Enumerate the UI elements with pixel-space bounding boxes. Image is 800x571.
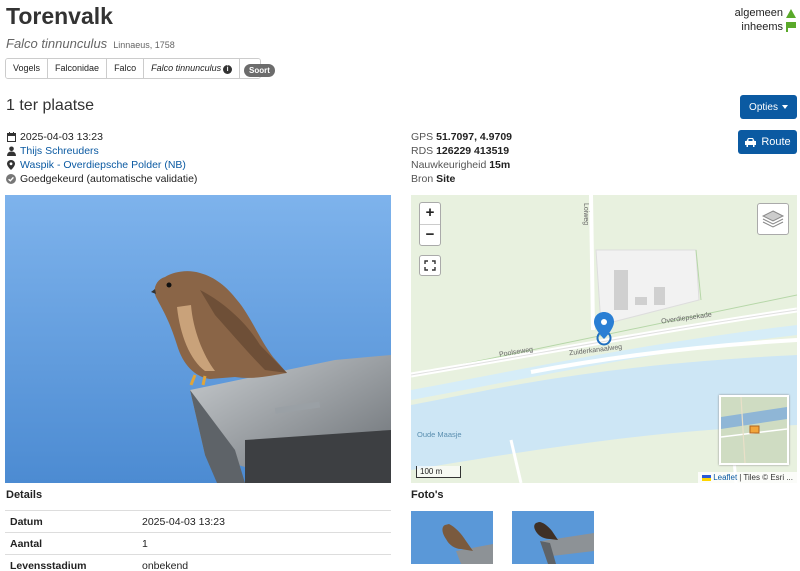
species-status: algemeen inheems bbox=[735, 6, 796, 34]
gps-label: GPS bbox=[411, 131, 434, 143]
gps-value: 51.7097, 4.9709 bbox=[436, 131, 513, 143]
fullscreen-icon bbox=[424, 260, 436, 271]
table-row: Levensstadium onbekend bbox=[5, 554, 391, 571]
status-inheems: inheems bbox=[735, 20, 796, 34]
taxonomy-item-falconidae[interactable]: Falconidae bbox=[48, 59, 108, 78]
kestrel-photo-image bbox=[5, 195, 391, 483]
thumbnail-image bbox=[411, 511, 493, 564]
table-row: Aantal 1 bbox=[5, 532, 391, 555]
taxonomy-item-species[interactable]: Falco tinnunculus i bbox=[144, 59, 241, 78]
car-icon bbox=[745, 137, 757, 147]
photo-thumbnail-2[interactable] bbox=[512, 511, 594, 564]
photos-heading: Foto's bbox=[411, 489, 444, 501]
taxonomy-breadcrumb: Vogels Falconidae Falco Falco tinnunculu… bbox=[5, 58, 262, 79]
meta-location: Waspik - Overdiepsche Polder (NB) bbox=[6, 158, 197, 172]
map-label-water: Oude Maasje bbox=[417, 430, 462, 439]
observation-title: 1 ter plaatse bbox=[6, 97, 95, 114]
map-view[interactable]: Loiweg Overdiepsekade Poolseweg Zuiderka… bbox=[411, 195, 797, 483]
info-icon[interactable]: i bbox=[223, 65, 233, 74]
meta-validation: Goedgekeurd (automatische validatie) bbox=[6, 172, 197, 186]
map-label-road1: Loiweg bbox=[582, 203, 589, 226]
route-label: Route bbox=[761, 136, 791, 148]
zoom-in-button[interactable]: + bbox=[420, 203, 440, 224]
scientific-name-text: Falco tinnunculus bbox=[6, 36, 108, 51]
observer-link[interactable]: Thijs Schreuders bbox=[20, 144, 99, 158]
species-title: Torenvalk bbox=[6, 3, 113, 29]
meta-date: 2025-04-03 13:23 bbox=[6, 130, 197, 144]
zoom-control: + − bbox=[419, 202, 441, 246]
rds-row: RDS 126229 413519 bbox=[411, 144, 512, 158]
triangle-up-icon bbox=[786, 8, 796, 18]
minimap[interactable] bbox=[719, 395, 789, 465]
status-inheems-label: inheems bbox=[741, 21, 783, 33]
taxonomy-item-vogels[interactable]: Vogels bbox=[6, 59, 49, 78]
details-key: Aantal bbox=[5, 532, 137, 555]
taxonomy-item-falco[interactable]: Falco bbox=[107, 59, 145, 78]
map-attribution: Leaflet | Tiles © Esri ... bbox=[698, 472, 797, 483]
validation-text: Goedgekeurd (automatische validatie) bbox=[20, 173, 198, 185]
minimap-image bbox=[721, 397, 787, 463]
accuracy-row: Nauwkeurigheid 15m bbox=[411, 158, 512, 172]
table-row: Datum 2025-04-03 13:23 bbox=[5, 510, 391, 533]
leaflet-link[interactable]: Leaflet bbox=[713, 473, 737, 482]
zoom-out-button[interactable]: − bbox=[420, 224, 440, 245]
observation-meta: 2025-04-03 13:23 Thijs Schreuders Waspik… bbox=[6, 130, 197, 186]
photo-thumbnail-1[interactable] bbox=[411, 511, 493, 564]
source-row: Bron Site bbox=[411, 172, 512, 186]
calendar-icon bbox=[6, 132, 16, 142]
details-table: Datum 2025-04-03 13:23 Aantal 1 Levensst… bbox=[5, 510, 391, 571]
check-circle-icon bbox=[6, 174, 16, 184]
location-link[interactable]: Waspik - Overdiepsche Polder (NB) bbox=[20, 158, 186, 172]
ukraine-flag-icon bbox=[702, 474, 712, 481]
details-key: Datum bbox=[5, 510, 137, 533]
gps-row: GPS 51.7097, 4.9709 bbox=[411, 130, 512, 144]
accuracy-label: Nauwkeurigheid bbox=[411, 159, 487, 171]
details-key: Levensstadium bbox=[5, 554, 137, 571]
details-heading: Details bbox=[6, 489, 43, 501]
meta-observer: Thijs Schreuders bbox=[6, 144, 197, 158]
meta-date-text: 2025-04-03 13:23 bbox=[20, 131, 103, 143]
source-label: Bron bbox=[411, 173, 434, 185]
map-scale: 100 m bbox=[416, 466, 461, 478]
flag-icon bbox=[786, 22, 796, 32]
status-algemeen: algemeen bbox=[735, 6, 796, 20]
user-icon bbox=[6, 146, 16, 156]
map-marker-icon bbox=[6, 160, 16, 170]
layers-icon bbox=[761, 210, 785, 228]
scientific-name: Falco tinnunculus Linnaeus, 1758 bbox=[6, 36, 175, 51]
rank-badge: Soort bbox=[244, 64, 275, 77]
fullscreen-button[interactable] bbox=[419, 255, 441, 276]
opties-label: Opties bbox=[749, 101, 778, 113]
location-info: GPS 51.7097, 4.9709 RDS 126229 413519 Na… bbox=[411, 130, 512, 186]
status-algemeen-label: algemeen bbox=[734, 7, 783, 19]
source-value: Site bbox=[436, 173, 456, 185]
thumbnail-image bbox=[512, 511, 594, 564]
layers-button[interactable] bbox=[757, 203, 789, 235]
taxonomy-species-label: Falco tinnunculus bbox=[151, 63, 222, 73]
opties-button[interactable]: Opties bbox=[740, 95, 797, 119]
details-value: 1 bbox=[137, 532, 391, 555]
rds-value: 126229 413519 bbox=[436, 145, 510, 157]
details-value: 2025-04-03 13:23 bbox=[137, 510, 391, 533]
main-photo[interactable] bbox=[5, 195, 391, 483]
tiles-attribution: | Tiles © Esri ... bbox=[739, 473, 793, 482]
accuracy-value: 15m bbox=[489, 159, 511, 171]
route-button[interactable]: Route bbox=[738, 130, 797, 154]
scientific-author: Linnaeus, 1758 bbox=[113, 40, 175, 50]
details-value: onbekend bbox=[137, 554, 391, 571]
rds-label: RDS bbox=[411, 145, 434, 157]
chevron-down-icon bbox=[781, 105, 788, 109]
